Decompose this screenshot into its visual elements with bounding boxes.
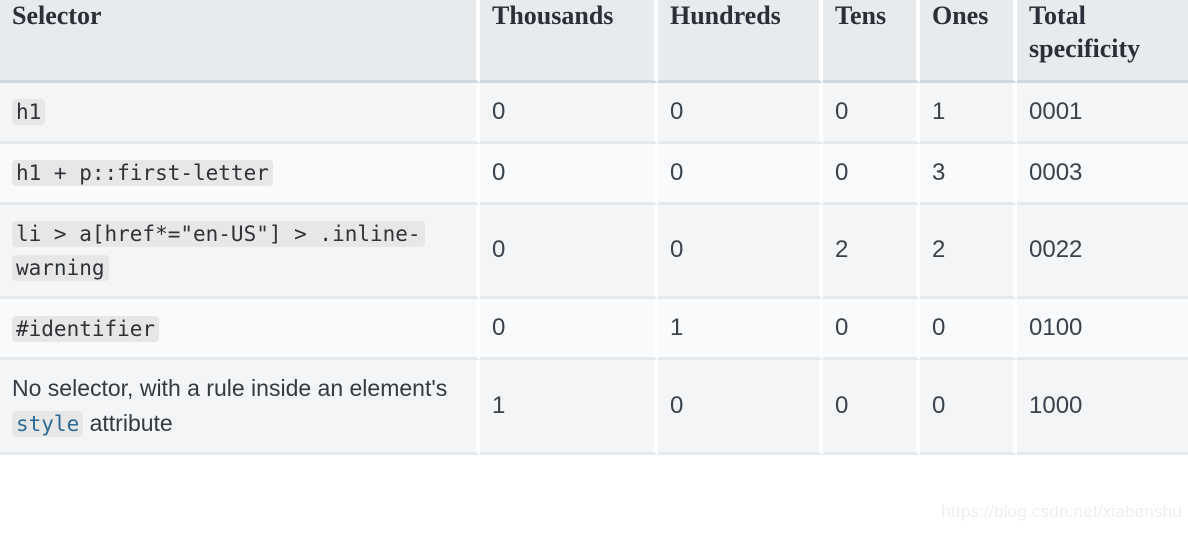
selector-text-after: attribute xyxy=(83,410,173,437)
column-header-hundreds: Hundreds xyxy=(658,0,823,83)
selector-code: li > a[href*="en-US"] > .inline-warning xyxy=(12,220,425,282)
cell-hundreds: 0 xyxy=(658,360,823,456)
column-header-selector: Selector xyxy=(0,0,480,83)
cell-selector: No selector, with a rule inside an eleme… xyxy=(0,360,480,456)
cell-tens: 0 xyxy=(823,82,920,144)
column-header-total-specificity: Total specificity xyxy=(1017,0,1188,83)
table-header: Selector Thousands Hundreds Tens Ones To… xyxy=(0,0,1188,83)
cell-tens: 0 xyxy=(823,143,920,205)
table-row: h1 + p::first-letter 0 0 0 3 0003 xyxy=(0,143,1188,205)
cell-tens: 2 xyxy=(823,204,920,300)
cell-selector: #identifier xyxy=(0,299,480,361)
table-row: #identifier 0 1 0 0 0100 xyxy=(0,299,1188,361)
cell-selector: h1 xyxy=(0,82,480,144)
cell-total-specificity: 0100 xyxy=(1017,299,1188,361)
cell-total-specificity: 0022 xyxy=(1017,204,1188,300)
cell-hundreds: 0 xyxy=(658,204,823,300)
cell-tens: 0 xyxy=(823,299,920,361)
cell-thousands: 0 xyxy=(480,143,658,205)
table-row: h1 0 0 0 1 0001 xyxy=(0,82,1188,144)
cell-selector: h1 + p::first-letter xyxy=(0,143,480,205)
table-body: h1 0 0 0 1 0001 h1 + p::first-letter 0 0… xyxy=(0,82,1188,456)
cell-total-specificity: 1000 xyxy=(1017,360,1188,456)
cell-ones: 0 xyxy=(920,360,1017,456)
cell-ones: 1 xyxy=(920,82,1017,144)
cell-hundreds: 1 xyxy=(658,299,823,361)
cell-ones: 3 xyxy=(920,143,1017,205)
cell-total-specificity: 0003 xyxy=(1017,143,1188,205)
table-row: li > a[href*="en-US"] > .inline-warning … xyxy=(0,204,1188,300)
cell-hundreds: 0 xyxy=(658,82,823,144)
cell-thousands: 0 xyxy=(480,82,658,144)
selector-code: h1 + p::first-letter xyxy=(12,160,273,187)
selector-text-before: No selector, with a rule inside an eleme… xyxy=(12,375,448,402)
cell-thousands: 0 xyxy=(480,299,658,361)
cell-thousands: 1 xyxy=(480,360,658,456)
source-watermark: https://blog.csdn.net/xiabenshu xyxy=(941,502,1182,521)
cell-tens: 0 xyxy=(823,360,920,456)
cell-total-specificity: 0001 xyxy=(1017,82,1188,144)
selector-code: #identifier xyxy=(12,315,160,342)
cell-selector: li > a[href*="en-US"] > .inline-warning xyxy=(0,204,480,300)
cell-ones: 2 xyxy=(920,204,1017,300)
cell-hundreds: 0 xyxy=(658,143,823,205)
cell-ones: 0 xyxy=(920,299,1017,361)
table-row: No selector, with a rule inside an eleme… xyxy=(0,360,1188,456)
selector-inline-code: style xyxy=(12,411,84,438)
selector-code: h1 xyxy=(12,99,46,126)
cell-thousands: 0 xyxy=(480,204,658,300)
specificity-table-container: Selector Thousands Hundreds Tens Ones To… xyxy=(0,0,1188,536)
column-header-ones: Ones xyxy=(920,0,1017,83)
column-header-tens: Tens xyxy=(823,0,920,83)
column-header-thousands: Thousands xyxy=(480,0,658,83)
css-specificity-table: Selector Thousands Hundreds Tens Ones To… xyxy=(0,0,1188,456)
header-row: Selector Thousands Hundreds Tens Ones To… xyxy=(0,0,1188,83)
